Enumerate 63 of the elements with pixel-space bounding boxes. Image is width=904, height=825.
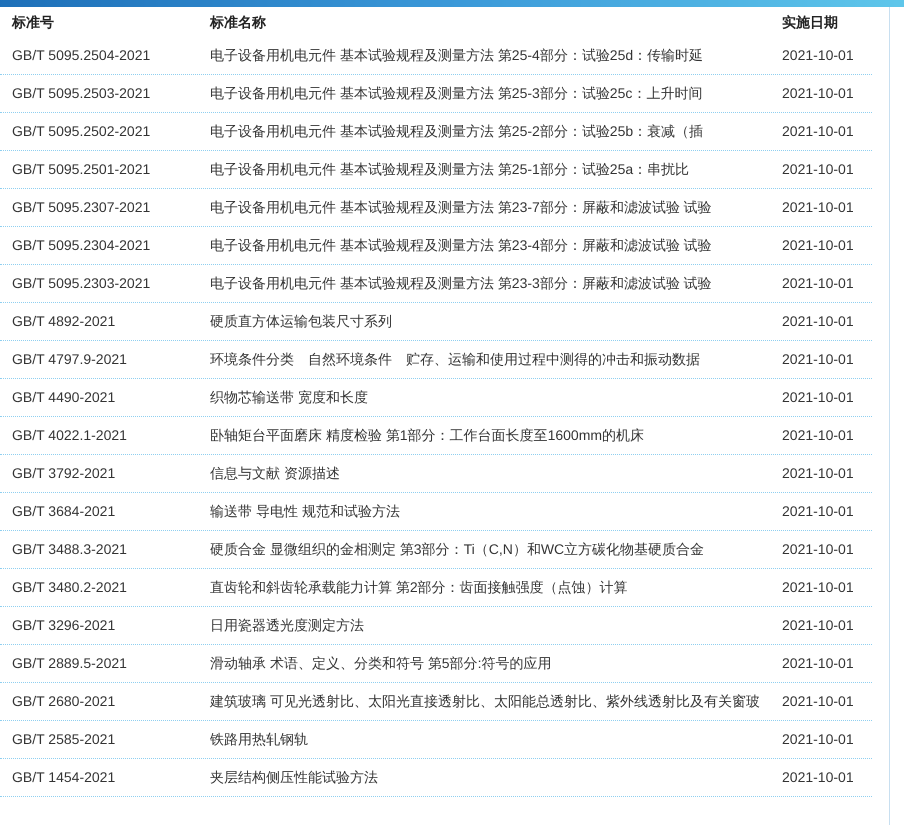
standard-name-cell-text: 铁路用热轧钢轨 — [210, 730, 309, 749]
standard-name-cell-text: 硬质直方体运输包装尺寸系列 — [210, 312, 393, 331]
standard-code-cell-text: GB/T 5095.2504-2021 — [12, 46, 152, 65]
standard-name-cell-text: 信息与文献 资源描述 — [210, 464, 341, 483]
standard-name-cell-text: 电子设备用机电元件 基本试验规程及测量方法 第23-3部分：屏蔽和滤波试验 试验 — [210, 274, 713, 293]
date-cell-text: 2021-10-01 — [782, 84, 855, 103]
standard-name-cell-text: 电子设备用机电元件 基本试验规程及测量方法 第25-1部分：试验25a：串扰比 — [210, 160, 690, 179]
date-cell-text: 2021-10-01 — [782, 692, 855, 711]
date-cell-text: 2021-10-01 — [782, 160, 855, 179]
standard-code-cell-text: GB/T 5095.2303-2021 — [12, 274, 152, 293]
standard-code-cell-text: GB/T 1454-2021 — [12, 768, 116, 787]
date-cell-text: 2021-10-01 — [782, 464, 855, 483]
standard-name-cell-text: 建筑玻璃 可见光透射比、太阳光直接透射比、太阳能总透射比、紫外线透射比及有关窗玻 — [210, 692, 761, 711]
standard-name-cell-text: 硬质合金 显微组织的金相测定 第3部分：Ti（C,N）和WC立方碳化物基硬质合金 — [210, 540, 706, 559]
date-cell-text: 2021-10-01 — [782, 350, 855, 369]
date-cell-text: 2021-10-01 — [782, 578, 855, 597]
date-cell-text: 2021-10-01 — [782, 312, 855, 331]
date-cell-text: 2021-10-01 — [782, 654, 855, 673]
column-header: 实施日期 — [782, 12, 839, 32]
standard-code-cell-text: GB/T 4022.1-2021 — [12, 426, 128, 445]
standard-code-cell-text: GB/T 5095.2307-2021 — [12, 198, 152, 217]
date-cell-text: 2021-10-01 — [782, 730, 855, 749]
date-cell-text: 2021-10-01 — [782, 198, 855, 217]
date-cell-text: 2021-10-01 — [782, 616, 855, 635]
date-cell-text: 2021-10-01 — [782, 768, 855, 787]
date-cell-text: 2021-10-01 — [782, 236, 855, 255]
standard-code-cell-text: GB/T 2585-2021 — [12, 730, 116, 749]
standard-code-cell-text: GB/T 4797.9-2021 — [12, 350, 128, 369]
standard-name-cell-text: 电子设备用机电元件 基本试验规程及测量方法 第23-4部分：屏蔽和滤波试验 试验 — [210, 236, 713, 255]
standard-name-cell-text: 直齿轮和斜齿轮承载能力计算 第2部分：齿面接触强度（点蚀）计算 — [210, 578, 629, 597]
standard-name-cell-text: 织物芯输送带 宽度和长度 — [210, 388, 369, 407]
standard-name-cell-text: 滑动轴承 术语、定义、分类和符号 第5部分:符号的应用 — [210, 654, 552, 673]
column-header: 标准名称 — [210, 12, 267, 32]
date-cell-text: 2021-10-01 — [782, 540, 855, 559]
standard-code-cell-text: GB/T 3792-2021 — [12, 464, 116, 483]
date-cell-text: 2021-10-01 — [782, 426, 855, 445]
standard-code-cell-text: GB/T 4892-2021 — [12, 312, 116, 331]
standard-name-cell-text: 输送带 导电性 规范和试验方法 — [210, 502, 401, 521]
standard-code-cell-text: GB/T 5095.2501-2021 — [12, 160, 152, 179]
standard-name-cell-text: 电子设备用机电元件 基本试验规程及测量方法 第25-3部分：试验25c：上升时间 — [210, 84, 704, 103]
standard-name-cell-text: 夹层结构侧压性能试验方法 — [210, 768, 379, 787]
standard-code-cell-text: GB/T 5095.2503-2021 — [12, 84, 152, 103]
standard-name-cell-text: 电子设备用机电元件 基本试验规程及测量方法 第25-2部分：试验25b：衰减（插 — [210, 122, 704, 141]
standard-name-cell-text: 电子设备用机电元件 基本试验规程及测量方法 第25-4部分：试验25d：传输时延 — [210, 46, 704, 65]
date-cell-text: 2021-10-01 — [782, 122, 855, 141]
date-cell-text: 2021-10-01 — [782, 388, 855, 407]
standard-code-cell-text: GB/T 3480.2-2021 — [12, 578, 128, 597]
standard-code-cell-text: GB/T 4490-2021 — [12, 388, 116, 407]
column-header: 标准号 — [12, 12, 55, 32]
standard-code-cell-text: GB/T 2680-2021 — [12, 692, 116, 711]
standard-name-cell-text: 环境条件分类 自然环境条件 贮存、运输和使用过程中测得的冲击和振动数据 — [210, 350, 701, 369]
standard-code-cell-text: GB/T 3684-2021 — [12, 502, 116, 521]
standard-code-cell-text: GB/T 3488.3-2021 — [12, 540, 128, 559]
date-cell-text: 2021-10-01 — [782, 274, 855, 293]
standard-code-cell-text: GB/T 2889.5-2021 — [12, 654, 128, 673]
standard-code-cell-text: GB/T 5095.2502-2021 — [12, 122, 152, 141]
standard-name-cell-text: 卧轴矩台平面磨床 精度检验 第1部分：工作台面长度至1600mm的机床 — [210, 426, 646, 445]
standard-code-cell-text: GB/T 3296-2021 — [12, 616, 116, 635]
standard-code-cell-text: GB/T 5095.2304-2021 — [12, 236, 152, 255]
standard-name-cell-text: 电子设备用机电元件 基本试验规程及测量方法 第23-7部分：屏蔽和滤波试验 试验 — [210, 198, 713, 217]
date-cell-text: 2021-10-01 — [782, 502, 855, 521]
standard-name-cell-text: 日用瓷器透光度测定方法 — [210, 616, 365, 635]
date-cell-text: 2021-10-01 — [782, 46, 855, 65]
